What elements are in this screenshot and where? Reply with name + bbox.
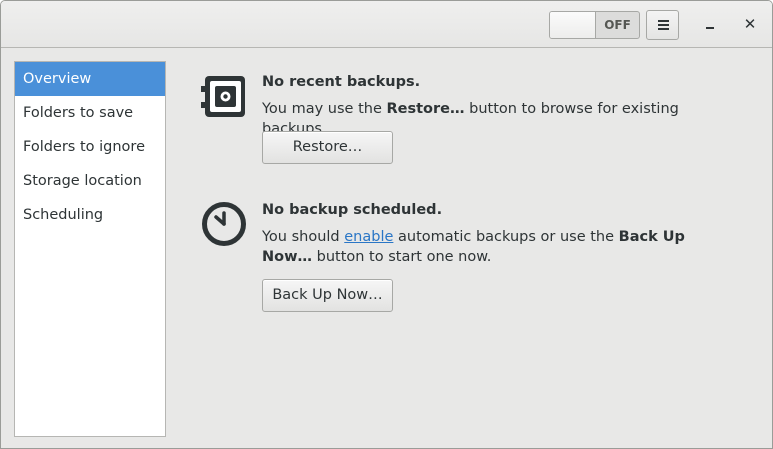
minimize-icon[interactable] xyxy=(695,10,725,40)
sidebar-item-scheduling[interactable]: Scheduling xyxy=(15,198,165,232)
sidebar-item-storage-location[interactable]: Storage location xyxy=(15,164,165,198)
backup-toggle-switch[interactable]: OFF xyxy=(549,11,640,39)
hamburger-menu-icon[interactable] xyxy=(646,10,679,40)
back-up-now-button[interactable]: Back Up Now… xyxy=(262,279,393,312)
switch-state-label: OFF xyxy=(604,18,631,32)
header-bar: OFF ✕ xyxy=(1,1,772,48)
sidebar: Overview Folders to save Folders to igno… xyxy=(14,61,166,437)
backups-title: No recent backups. xyxy=(262,74,421,90)
schedule-title: No backup scheduled. xyxy=(262,202,443,218)
schedule-description: You should enable automatic backups or u… xyxy=(262,229,685,265)
close-icon[interactable]: ✕ xyxy=(735,10,765,40)
safe-icon xyxy=(201,76,245,117)
clock-icon xyxy=(202,202,246,246)
sidebar-item-folders-to-save[interactable]: Folders to save xyxy=(15,96,165,130)
enable-link[interactable]: enable xyxy=(344,229,393,245)
switch-slider[interactable] xyxy=(550,12,596,38)
backups-window: OFF ✕ Overview Folders to save Folders t… xyxy=(0,0,773,449)
sidebar-item-overview[interactable]: Overview xyxy=(15,62,165,96)
sidebar-item-folders-to-ignore[interactable]: Folders to ignore xyxy=(15,130,165,164)
restore-button[interactable]: Restore… xyxy=(262,131,393,164)
